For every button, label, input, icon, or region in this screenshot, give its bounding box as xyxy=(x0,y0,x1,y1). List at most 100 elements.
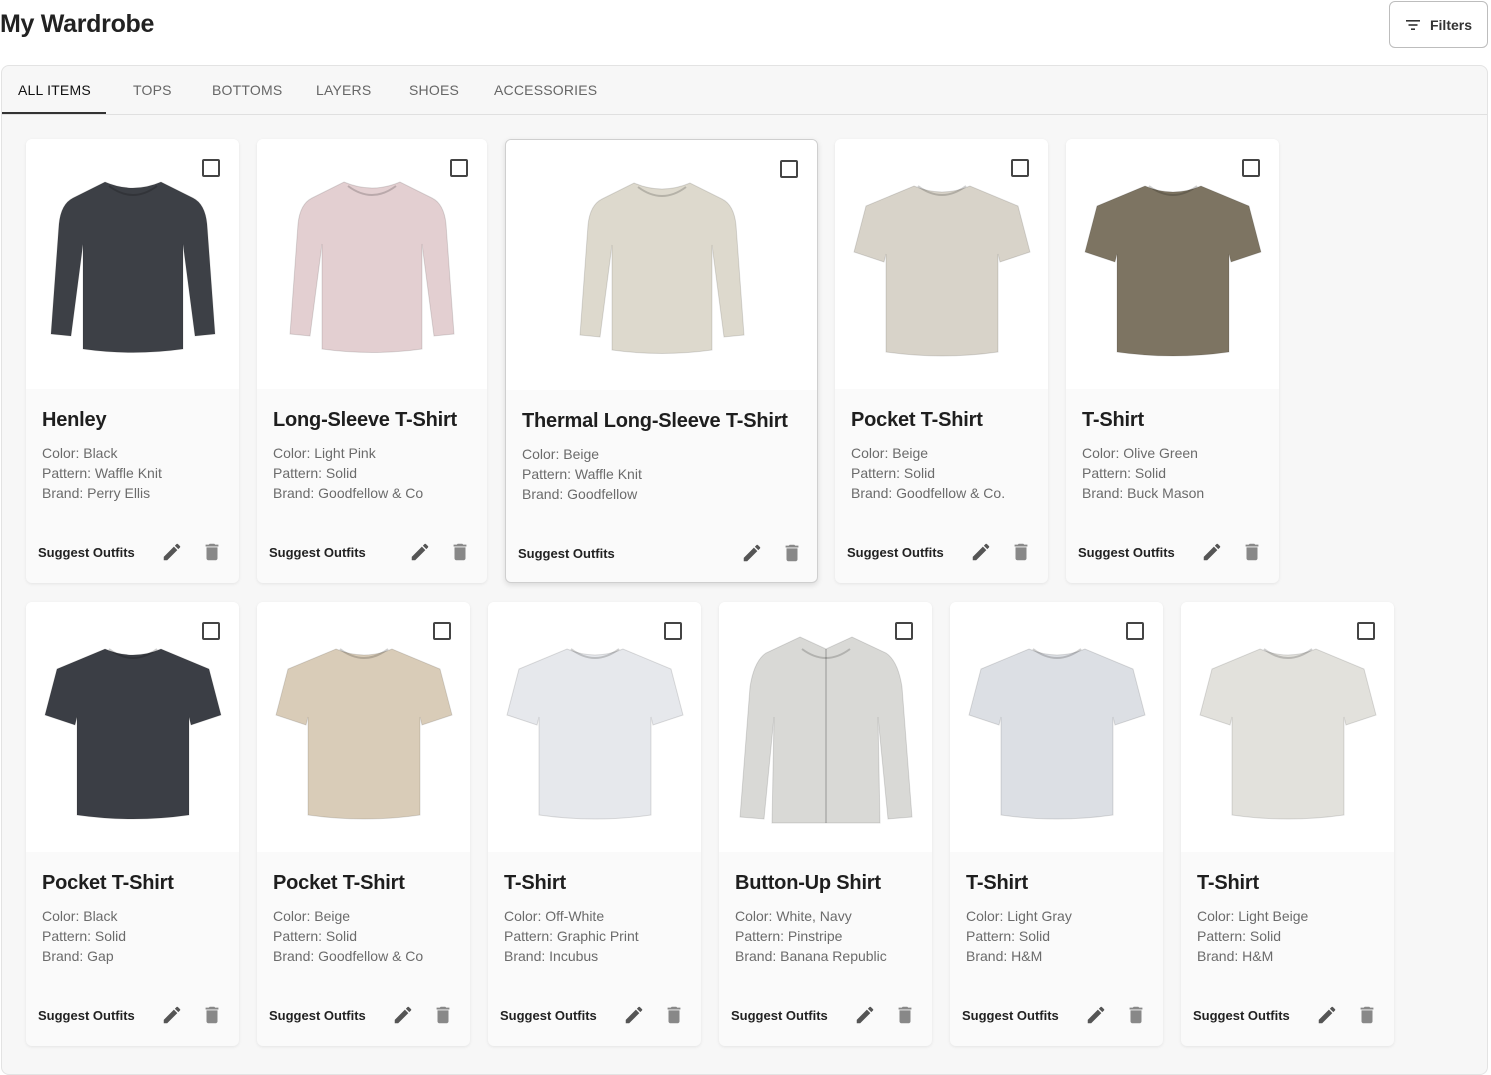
tab-tops[interactable]: TOPS xyxy=(133,66,172,114)
suggest-outfits-button[interactable]: Suggest Outfits xyxy=(38,545,135,560)
delete-trash-icon[interactable] xyxy=(201,1004,223,1026)
edit-pencil-icon[interactable] xyxy=(1201,541,1223,563)
item-brand: Brand: Incubus xyxy=(504,948,599,964)
garment-illustration xyxy=(1198,648,1377,820)
item-card[interactable]: Thermal Long-Sleeve T-Shirt Color: Beige P… xyxy=(505,139,818,583)
item-card[interactable]: T-Shirt Color: Olive Green Pattern: Solid B… xyxy=(1066,139,1279,583)
item-brand: Brand: Banana Republic xyxy=(735,948,887,964)
item-card[interactable]: Button-Up Shirt Color: White, Navy Pattern… xyxy=(719,602,932,1046)
edit-pencil-icon[interactable] xyxy=(161,541,183,563)
item-color: Color: Beige xyxy=(851,445,929,461)
select-checkbox[interactable] xyxy=(780,160,798,178)
item-card[interactable]: Henley Color: Black Pattern: Waffle Knit Br… xyxy=(26,139,239,583)
item-color: Color: Light Pink xyxy=(273,445,376,461)
select-checkbox[interactable] xyxy=(202,159,220,177)
item-name: T-Shirt xyxy=(1082,409,1144,431)
garment-illustration xyxy=(852,185,1031,357)
item-color: Color: White, Navy xyxy=(735,908,852,924)
item-brand: Brand: Goodfellow xyxy=(522,486,638,502)
delete-trash-icon[interactable] xyxy=(894,1004,916,1026)
suggest-outfits-button[interactable]: Suggest Outfits xyxy=(518,546,615,561)
suggest-outfits-button[interactable]: Suggest Outfits xyxy=(500,1008,597,1023)
item-card[interactable]: T-Shirt Color: Light Gray Pattern: Solid Br… xyxy=(950,602,1163,1046)
select-checkbox[interactable] xyxy=(1126,622,1144,640)
select-checkbox[interactable] xyxy=(664,622,682,640)
item-color: Color: Beige xyxy=(522,446,600,462)
item-color: Color: Light Beige xyxy=(1197,908,1309,924)
tab-accessories[interactable]: ACCESSORIES xyxy=(494,66,597,114)
item-card[interactable]: Long-Sleeve T-Shirt Color: Light Pink Patt… xyxy=(257,139,487,583)
garment-illustration xyxy=(505,648,684,820)
item-card[interactable]: T-Shirt Color: Off-White Pattern: Graphic … xyxy=(488,602,701,1046)
delete-trash-icon[interactable] xyxy=(1241,541,1263,563)
tab-layers[interactable]: LAYERS xyxy=(316,66,371,114)
item-pattern: Pattern: Solid xyxy=(1197,928,1282,944)
wardrobe-panel: ALL ITEMS TOPS BOTTOMS LAYERS SHOES ACCE… xyxy=(1,65,1488,1075)
item-card[interactable]: T-Shirt Color: Light Beige Pattern: Solid B… xyxy=(1181,602,1394,1046)
delete-trash-icon[interactable] xyxy=(201,541,223,563)
item-brand: Brand: Gap xyxy=(42,948,114,964)
edit-pencil-icon[interactable] xyxy=(854,1004,876,1026)
item-color: Color: Beige xyxy=(273,908,351,924)
suggest-outfits-button[interactable]: Suggest Outfits xyxy=(962,1008,1059,1023)
select-checkbox[interactable] xyxy=(202,622,220,640)
filters-button[interactable]: Filters xyxy=(1389,1,1488,48)
delete-trash-icon[interactable] xyxy=(663,1004,685,1026)
tab-bottoms[interactable]: BOTTOMS xyxy=(212,66,282,114)
edit-pencil-icon[interactable] xyxy=(741,542,763,564)
page-title: My Wardrobe xyxy=(0,10,155,38)
item-image[interactable] xyxy=(506,140,817,390)
delete-trash-icon[interactable] xyxy=(1125,1004,1147,1026)
garment-illustration xyxy=(43,648,222,820)
suggest-outfits-button[interactable]: Suggest Outfits xyxy=(38,1008,135,1023)
suggest-outfits-button[interactable]: Suggest Outfits xyxy=(847,545,944,560)
filter-list-icon xyxy=(1405,19,1420,30)
item-name: Pocket T-Shirt xyxy=(851,409,983,431)
item-pattern: Pattern: Solid xyxy=(966,928,1051,944)
suggest-outfits-button[interactable]: Suggest Outfits xyxy=(731,1008,828,1023)
edit-pencil-icon[interactable] xyxy=(161,1004,183,1026)
item-color: Color: Black xyxy=(42,908,118,924)
delete-trash-icon[interactable] xyxy=(781,542,803,564)
item-name: Pocket T-Shirt xyxy=(42,872,174,894)
item-pattern: Pattern: Solid xyxy=(1082,465,1167,481)
suggest-outfits-button[interactable]: Suggest Outfits xyxy=(269,545,366,560)
select-checkbox[interactable] xyxy=(1357,622,1375,640)
delete-trash-icon[interactable] xyxy=(432,1004,454,1026)
item-brand: Brand: H&M xyxy=(1197,948,1274,964)
item-card[interactable]: Pocket T-Shirt Color: Black Pattern: Solid… xyxy=(26,602,239,1046)
suggest-outfits-button[interactable]: Suggest Outfits xyxy=(1193,1008,1290,1023)
select-checkbox[interactable] xyxy=(433,622,451,640)
filters-label: Filters xyxy=(1429,16,1472,33)
select-checkbox[interactable] xyxy=(450,159,468,177)
edit-pencil-icon[interactable] xyxy=(1085,1004,1107,1026)
item-brand: Brand: Goodfellow & Co xyxy=(273,948,424,964)
tab-shoes[interactable]: SHOES xyxy=(409,66,459,114)
suggest-outfits-button[interactable]: Suggest Outfits xyxy=(269,1008,366,1023)
item-card[interactable]: Pocket T-Shirt Color: Beige Pattern: Solid… xyxy=(835,139,1048,583)
edit-pencil-icon[interactable] xyxy=(623,1004,645,1026)
edit-pencil-icon[interactable] xyxy=(970,541,992,563)
delete-trash-icon[interactable] xyxy=(1010,541,1032,563)
delete-trash-icon[interactable] xyxy=(449,541,471,563)
item-color: Color: Light Gray xyxy=(966,908,1072,924)
item-card[interactable]: Pocket T-Shirt Color: Beige Pattern: Solid… xyxy=(257,602,470,1046)
edit-pencil-icon[interactable] xyxy=(409,541,431,563)
garment-illustration xyxy=(578,182,745,354)
suggest-outfits-button[interactable]: Suggest Outfits xyxy=(1078,545,1175,560)
garment-illustration xyxy=(49,181,216,353)
item-name: Button-Up Shirt xyxy=(735,872,881,894)
select-checkbox[interactable] xyxy=(1011,159,1029,177)
select-checkbox[interactable] xyxy=(1242,159,1260,177)
item-pattern: Pattern: Waffle Knit xyxy=(42,465,162,481)
item-pattern: Pattern: Waffle Knit xyxy=(522,466,642,482)
category-tabs: ALL ITEMS TOPS BOTTOMS LAYERS SHOES ACCE… xyxy=(2,66,1487,115)
item-pattern: Pattern: Graphic Print xyxy=(504,928,639,944)
garment-illustration xyxy=(1083,185,1262,357)
tab-all-items[interactable]: ALL ITEMS xyxy=(18,66,91,114)
edit-pencil-icon[interactable] xyxy=(392,1004,414,1026)
edit-pencil-icon[interactable] xyxy=(1316,1004,1338,1026)
item-pattern: Pattern: Pinstripe xyxy=(735,928,843,944)
delete-trash-icon[interactable] xyxy=(1356,1004,1378,1026)
select-checkbox[interactable] xyxy=(895,622,913,640)
